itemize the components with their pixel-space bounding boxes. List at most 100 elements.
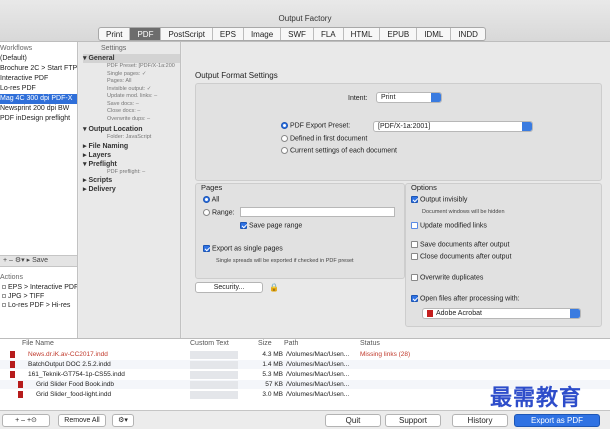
pages-all-radio[interactable]: All <box>203 196 219 203</box>
action-item[interactable]: JPG > TIFF <box>0 292 77 301</box>
window-title: Output Factory <box>278 14 332 23</box>
workflow-item[interactable]: Mag 4C 300 dpi PDF-X <box>0 94 77 104</box>
custom-text-cell[interactable] <box>190 350 238 359</box>
open-with-select[interactable]: Adobe Acrobat <box>422 308 581 319</box>
file-path: /Volumes/Mac/Usen... <box>286 391 350 398</box>
settings-header: Settings <box>101 45 127 52</box>
tab-eps[interactable]: EPS <box>213 28 244 40</box>
column-size[interactable]: Size <box>258 339 272 349</box>
checkbox-icon <box>411 274 418 281</box>
preset-radio[interactable]: PDF Export Preset: <box>281 122 350 129</box>
save-docs-checkbox[interactable]: Save documents after output <box>411 241 509 248</box>
tree-detail: Single pages: ✓ <box>107 70 147 77</box>
quit-button[interactable]: Quit <box>325 414 381 427</box>
radio-icon <box>203 196 210 203</box>
pages-box: Pages All Range: Save page range Export … <box>195 183 405 279</box>
tree-item-delivery[interactable]: ▸ Delivery <box>83 185 180 194</box>
tree-item-layers[interactable]: ▸ Layers <box>83 151 180 160</box>
checkbox-icon <box>2 294 6 298</box>
pages-range-radio[interactable]: Range: <box>203 209 235 216</box>
action-item[interactable]: EPS > Interactive PDF <box>0 283 77 292</box>
indesign-file-icon <box>18 381 23 388</box>
tab-fla[interactable]: FLA <box>314 28 344 40</box>
workflow-item[interactable]: Interactive PDF <box>0 74 77 84</box>
preset-select[interactable]: [PDF/X-1a:2001] <box>373 121 533 132</box>
custom-text-cell[interactable] <box>190 370 238 379</box>
save-range-checkbox[interactable]: Save page range <box>240 222 302 229</box>
tab-postscript[interactable]: PostScript <box>161 28 213 40</box>
overwrite-checkbox[interactable]: Overwrite duplicates <box>411 274 483 281</box>
checkbox-icon <box>2 285 6 289</box>
workflow-item[interactable]: PDF inDesign preflight <box>0 114 77 124</box>
current-settings-radio[interactable]: Current settings of each document <box>281 147 397 154</box>
workflows-sidebar: Workflows (Default) Brochure 2C > Start F… <box>0 42 78 338</box>
table-row[interactable]: 161_Teknik-GT754-1p-CS55.indd 5.3 MB/Volu… <box>0 370 610 379</box>
support-button[interactable]: Support <box>385 414 441 427</box>
intent-select[interactable]: Print <box>376 92 442 103</box>
custom-text-cell[interactable] <box>190 390 238 399</box>
preset-value: [PDF/X-1a:2001] <box>378 123 431 130</box>
workflow-item[interactable]: Newsprint 200 dpi BW <box>0 104 77 114</box>
column-path[interactable]: Path <box>284 339 298 349</box>
column-custom-text[interactable]: Custom Text <box>190 339 229 349</box>
intent-value: Print <box>381 94 396 101</box>
workflow-toolbar[interactable]: + – ⚙▾ ▸ Save <box>0 255 77 267</box>
update-links-checkbox[interactable]: Update modified links <box>411 222 487 229</box>
radio-icon <box>281 135 288 142</box>
close-docs-checkbox[interactable]: Close documents after output <box>411 253 511 260</box>
file-name: Grid Slider Food Book.indb <box>36 381 115 388</box>
checkbox-icon <box>411 222 418 229</box>
file-name: News.dr.iK.av-CC2017.indd <box>28 351 108 358</box>
gear-icon[interactable]: ⚙▾ <box>112 414 134 427</box>
tab-epub[interactable]: EPUB <box>380 28 418 40</box>
tab-print[interactable]: Print <box>99 28 131 40</box>
file-name: Grid Slider_food-light.indd <box>36 391 112 398</box>
workflow-item[interactable]: Lo-res PDF <box>0 84 77 94</box>
range-input[interactable] <box>240 207 395 217</box>
action-item[interactable]: Lo-res PDF > Hi-res <box>0 301 77 310</box>
custom-text-cell[interactable] <box>190 360 238 369</box>
export-button[interactable]: Export as PDF <box>514 414 600 427</box>
tree-item-preflight[interactable]: ▾ Preflight <box>83 160 180 169</box>
column-status[interactable]: Status <box>360 339 380 349</box>
checkbox-icon <box>2 303 6 307</box>
workflow-list: (Default) Brochure 2C > Start FTP Interact… <box>0 54 77 124</box>
file-add-remove-buttons[interactable]: + – +⊙ <box>2 414 50 427</box>
table-row[interactable]: BatchOutput DOC 2.5.2.indd 1.4 MB/Volumes… <box>0 360 610 369</box>
tree-detail: Pages: All <box>107 78 132 84</box>
column-file-name[interactable]: File Name <box>22 339 54 349</box>
tab-idml[interactable]: IDML <box>417 28 452 40</box>
tab-html[interactable]: HTML <box>344 28 381 40</box>
workflow-item[interactable]: Brochure 2C > Start FTP <box>0 64 77 74</box>
checkbox-icon <box>240 222 247 229</box>
invisible-checkbox[interactable]: Output invisibly <box>411 196 467 203</box>
defined-radio[interactable]: Defined in first document <box>281 135 367 142</box>
workflows-header: Workflows <box>0 45 33 52</box>
custom-text-cell[interactable] <box>190 380 238 389</box>
format-tabs: Print PDF PostScript EPS Image SWF FLA HTML EPUB… <box>98 27 486 41</box>
indesign-file-icon <box>10 371 15 378</box>
security-button[interactable]: Security... <box>195 282 263 293</box>
checkbox-icon <box>411 241 418 248</box>
options-box: Options Output invisibly Document window… <box>405 183 602 327</box>
tab-swf[interactable]: SWF <box>281 28 314 40</box>
tree-item-scripts[interactable]: ▸ Scripts <box>83 176 180 185</box>
workflow-item[interactable]: (Default) <box>0 54 77 64</box>
history-button[interactable]: History <box>452 414 508 427</box>
chevron-updown-icon <box>570 309 580 318</box>
table-row[interactable]: News.dr.iK.av-CC2017.indd 4.3 MB/Volumes/… <box>0 350 610 359</box>
chevron-updown-icon <box>431 93 441 102</box>
file-size: 4.3 MB <box>262 351 283 358</box>
remove-all-button[interactable]: Remove All <box>58 414 106 427</box>
export-single-checkbox[interactable]: Export as single pages <box>203 245 283 252</box>
tree-detail: Save docs: – <box>107 100 139 107</box>
open-files-checkbox[interactable]: Open files after processing with: <box>411 295 520 302</box>
tab-indd[interactable]: INDD <box>451 28 485 40</box>
tree-item-general[interactable]: ▾ General <box>83 54 180 63</box>
tree-item-output-location[interactable]: ▾ Output Location <box>83 125 180 134</box>
tab-pdf[interactable]: PDF <box>130 28 162 40</box>
tree-item-file-naming[interactable]: ▸ File Naming <box>83 142 180 151</box>
tab-image[interactable]: Image <box>244 28 282 40</box>
radio-icon <box>281 147 288 154</box>
file-path: /Volumes/Mac/Usen... <box>286 361 350 368</box>
